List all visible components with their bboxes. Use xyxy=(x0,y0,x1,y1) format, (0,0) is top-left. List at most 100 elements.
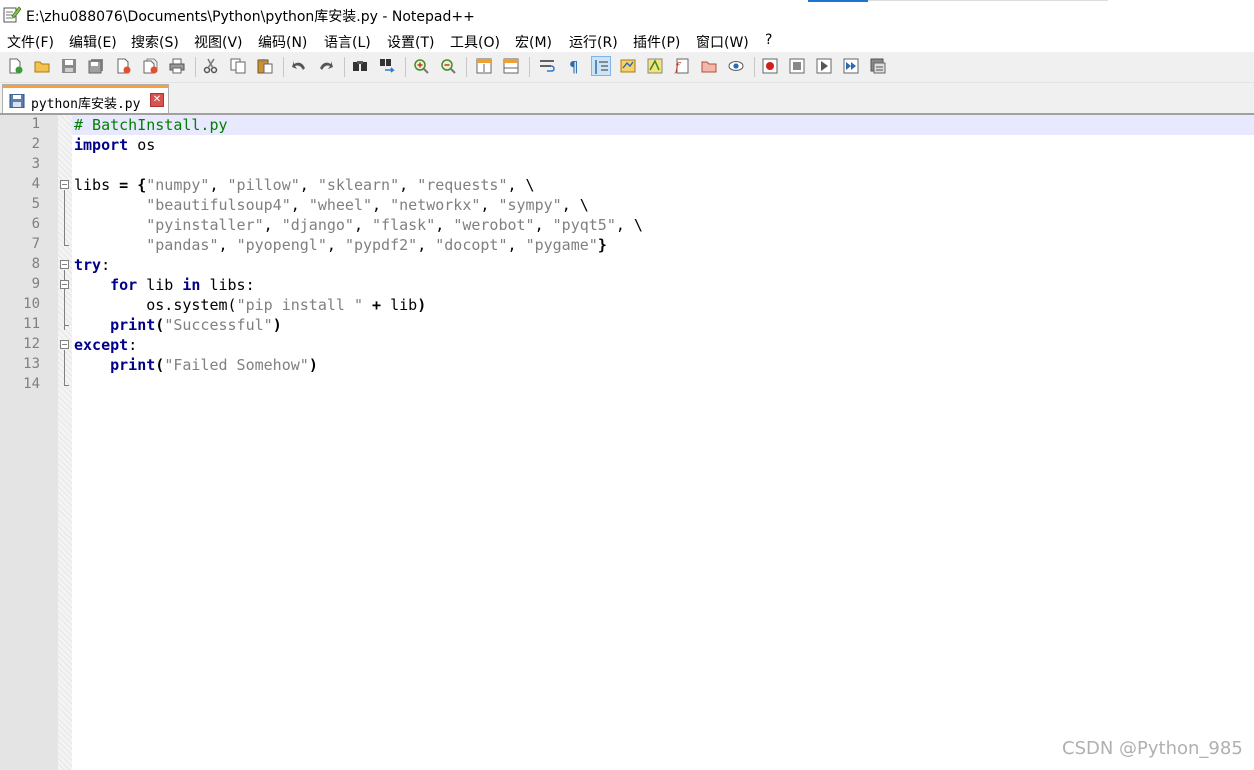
copy-icon[interactable] xyxy=(228,56,248,76)
code-line: except: xyxy=(74,336,138,354)
toolbar-separator xyxy=(529,57,530,77)
save-macro-icon[interactable] xyxy=(868,56,888,76)
folder-workspace-icon[interactable] xyxy=(699,56,719,76)
fold-line xyxy=(64,270,65,330)
title-bar: E:\zhu088076\Documents\Python\python库安装.… xyxy=(0,0,1254,30)
toolbar-separator xyxy=(466,57,467,77)
fold-toggle-icon[interactable] xyxy=(60,180,69,189)
menu-file[interactable]: 文件(F) xyxy=(7,32,54,52)
tab-label: python库安装.py xyxy=(31,97,141,112)
replace-icon[interactable] xyxy=(377,56,397,76)
paste-icon[interactable] xyxy=(255,56,275,76)
svg-text:¶: ¶ xyxy=(569,58,579,74)
line-number: 2 xyxy=(31,136,40,152)
tab-python-file[interactable]: python库安装.py ✕ xyxy=(2,84,169,113)
menu-plugins[interactable]: 插件(P) xyxy=(633,32,680,52)
udl-icon[interactable] xyxy=(618,56,638,76)
code-line: os.system("pip install " + lib) xyxy=(74,296,427,314)
run-macro-multiple-icon[interactable] xyxy=(841,56,861,76)
menu-encoding[interactable]: 编码(N) xyxy=(258,32,307,52)
save-icon[interactable] xyxy=(59,56,79,76)
tab-bar: python库安装.py ✕ xyxy=(0,83,1254,115)
sync-horizontal-icon[interactable] xyxy=(501,56,521,76)
save-all-icon[interactable] xyxy=(86,56,106,76)
word-wrap-icon[interactable] xyxy=(537,56,557,76)
line-number: 8 xyxy=(31,256,40,272)
saved-file-icon xyxy=(9,94,25,108)
line-number: 3 xyxy=(31,156,40,172)
code-line: "beautifulsoup4", "wheel", "networkx", "… xyxy=(146,196,589,214)
code-line: import os xyxy=(74,136,156,154)
menu-help[interactable]: ? xyxy=(765,32,772,48)
code-line: "pandas", "pyopengl", "pypdf2", "docopt"… xyxy=(146,236,607,254)
toolbar-separator xyxy=(405,57,406,77)
zoom-in-icon[interactable] xyxy=(411,56,431,76)
menu-macro[interactable]: 宏(M) xyxy=(515,32,552,52)
code-line: "pyinstaller", "django", "flask", "werob… xyxy=(146,216,643,234)
find-icon[interactable] xyxy=(350,56,370,76)
window-title: E:\zhu088076\Documents\Python\python库安装.… xyxy=(26,9,475,25)
watermark: CSDN @Python_985 xyxy=(1062,738,1243,759)
toolbar-separator xyxy=(283,57,284,77)
toolbar-separator xyxy=(195,57,196,77)
menu-search[interactable]: 搜索(S) xyxy=(131,32,179,52)
open-file-icon[interactable] xyxy=(32,56,52,76)
stop-macro-icon[interactable] xyxy=(787,56,807,76)
redo-icon[interactable] xyxy=(316,56,336,76)
indent-guide-icon[interactable] xyxy=(591,56,611,76)
fold-line xyxy=(64,350,65,385)
record-macro-icon[interactable] xyxy=(760,56,780,76)
document-map-icon[interactable] xyxy=(645,56,665,76)
fold-line xyxy=(64,190,65,245)
toolbar-separator xyxy=(344,57,345,77)
line-number: 12 xyxy=(23,336,40,352)
line-number: 14 xyxy=(23,376,40,392)
menu-settings[interactable]: 设置(T) xyxy=(387,32,434,52)
line-number: 1 xyxy=(31,116,40,132)
code-line: libs = {"numpy", "pillow", "sklearn", "r… xyxy=(74,176,535,194)
menu-window[interactable]: 窗口(W) xyxy=(696,32,749,52)
play-macro-icon[interactable] xyxy=(814,56,834,76)
fold-toggle-icon[interactable] xyxy=(60,340,69,349)
toolbar: ¶ f xyxy=(0,52,1254,83)
title-accent xyxy=(808,0,868,2)
close-icon[interactable] xyxy=(113,56,133,76)
fold-end xyxy=(64,385,69,386)
editor-area[interactable]: 1 2 3 4 5 6 7 8 9 10 11 12 13 14 # Batch… xyxy=(0,115,1254,770)
sync-vertical-icon[interactable] xyxy=(474,56,494,76)
fold-toggle-icon[interactable] xyxy=(60,280,69,289)
menu-view[interactable]: 视图(V) xyxy=(194,32,243,52)
line-number: 7 xyxy=(31,236,40,252)
comment-token: # BatchInstall.py xyxy=(74,116,228,134)
function-list-icon[interactable]: f xyxy=(672,56,692,76)
line-number: 11 xyxy=(23,316,40,332)
menu-run[interactable]: 运行(R) xyxy=(569,32,618,52)
title-accent-line xyxy=(868,0,1108,1)
fold-margin xyxy=(58,115,72,770)
code-line: # BatchInstall.py xyxy=(74,115,228,135)
menu-tools[interactable]: 工具(O) xyxy=(450,32,500,52)
tab-close-icon[interactable]: ✕ xyxy=(150,93,164,107)
code-line: for lib in libs: xyxy=(110,276,255,294)
fold-end xyxy=(64,245,69,246)
line-number-gutter: 1 2 3 4 5 6 7 8 9 10 11 12 13 14 xyxy=(0,115,58,770)
code-line: print("Successful") xyxy=(110,316,282,334)
print-icon[interactable] xyxy=(167,56,187,76)
cut-icon[interactable] xyxy=(201,56,221,76)
line-number: 4 xyxy=(31,176,40,192)
notepadpp-icon xyxy=(3,6,21,23)
line-number: 5 xyxy=(31,196,40,212)
new-file-icon[interactable] xyxy=(5,56,25,76)
menu-edit[interactable]: 编辑(E) xyxy=(69,32,117,52)
undo-icon[interactable] xyxy=(289,56,309,76)
menu-bar: 文件(F) 编辑(E) 搜索(S) 视图(V) 编码(N) 语言(L) 设置(T… xyxy=(0,30,1254,52)
fold-end xyxy=(64,325,69,326)
line-number: 6 xyxy=(31,216,40,232)
menu-language[interactable]: 语言(L) xyxy=(324,32,371,52)
show-all-chars-icon[interactable]: ¶ xyxy=(564,56,584,76)
monitoring-icon[interactable] xyxy=(726,56,746,76)
fold-toggle-icon[interactable] xyxy=(60,260,69,269)
zoom-out-icon[interactable] xyxy=(438,56,458,76)
line-number: 9 xyxy=(31,276,40,292)
close-all-icon[interactable] xyxy=(140,56,160,76)
